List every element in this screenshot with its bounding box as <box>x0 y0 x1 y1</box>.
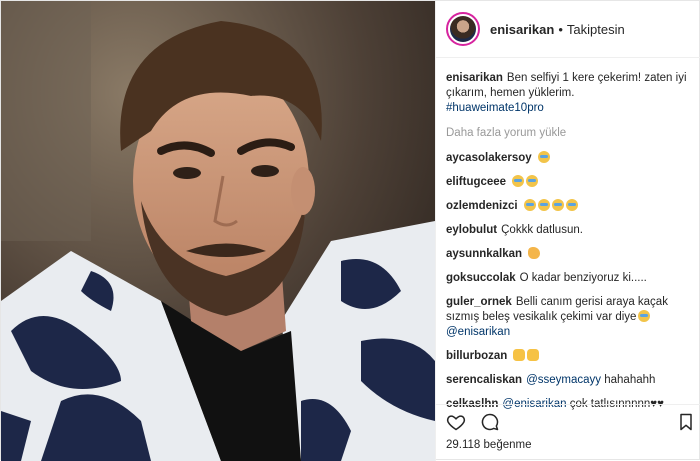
comment-username[interactable]: serencaliskan <box>446 374 522 386</box>
heart-icon[interactable] <box>446 412 466 432</box>
caption-username[interactable]: enisarikan <box>446 72 503 84</box>
comment-text: O kadar benziyoruz ki..... <box>519 272 647 284</box>
likes-number: 29.118 <box>446 439 481 451</box>
post-header: enisarikan • Takiptesin <box>436 1 700 58</box>
comment-username[interactable]: eylobulut <box>446 224 497 236</box>
instagram-post: enisarikan • Takiptesin enisarikan Ben se… <box>0 0 700 461</box>
comment-mention[interactable]: @sseymacayy <box>526 374 601 386</box>
comment-username[interactable]: goksuccolak <box>446 272 516 284</box>
comment: aycasolakersoy <box>446 151 696 166</box>
likes-label: beğenme <box>483 439 532 451</box>
comment: goksuccolak O kadar benziyoruz ki..... <box>446 271 696 286</box>
comment: billurbozan <box>446 349 696 364</box>
crying-laughing-emoji <box>537 199 550 211</box>
load-more-comments[interactable]: Daha fazla yorum yükle <box>446 126 696 141</box>
comment: ozlemdenizci <box>446 199 696 214</box>
selfie-image <box>1 1 435 461</box>
post-sidebar: enisarikan • Takiptesin enisarikan Ben se… <box>435 1 700 461</box>
crying-laughing-emoji <box>565 199 578 211</box>
comment-username[interactable]: guler_ornek <box>446 296 512 308</box>
likes-count[interactable]: 29.118 beğenme <box>446 439 532 451</box>
comment-username[interactable]: eliftugceee <box>446 176 506 188</box>
crying-laughing-emoji <box>551 199 564 211</box>
crying-laughing-emoji <box>526 175 539 187</box>
follow-status[interactable]: Takiptesin <box>567 22 625 37</box>
crying-laughing-emoji <box>537 151 550 163</box>
comment: guler_ornek Belli canım gerisi araya kaça… <box>446 295 696 340</box>
comment-username[interactable]: ozlemdenizci <box>446 200 518 212</box>
crying-laughing-emoji <box>638 310 651 322</box>
thumbs-up-emoji <box>513 349 526 361</box>
caption-hashtag[interactable]: #huaweimate10pro <box>446 102 544 114</box>
header-separator: • <box>558 21 563 37</box>
bookmark-icon[interactable] <box>676 412 696 432</box>
post-photo <box>1 1 435 461</box>
comment: eylobulut Çokkk datlusun. <box>446 223 696 238</box>
comment-username[interactable]: aysunnkalkan <box>446 248 522 260</box>
header-username[interactable]: enisarikan <box>490 22 554 37</box>
avatar[interactable] <box>446 12 480 46</box>
crying-laughing-emoji <box>512 175 525 187</box>
comment-text: Çokkk datlusun. <box>501 224 583 236</box>
comment-text: hahahahh <box>604 374 656 386</box>
comment-icon[interactable] <box>480 412 500 432</box>
comment-username[interactable]: billurbozan <box>446 350 507 362</box>
comment: aysunnkalkan <box>446 247 696 262</box>
post-actions <box>436 404 700 434</box>
flexed-biceps-emoji <box>528 247 541 259</box>
comment-username[interactable]: aycasolakersoy <box>446 152 532 164</box>
crying-laughing-emoji <box>523 199 536 211</box>
avatar-image <box>450 16 476 42</box>
comment: eliftugceee <box>446 175 696 190</box>
caption: enisarikan Ben selfiyi 1 kere çekerim! za… <box>446 71 696 116</box>
thumbs-up-emoji <box>527 349 540 361</box>
comment-mention[interactable]: @enisarikan <box>446 326 510 338</box>
comments-list: enisarikan Ben selfiyi 1 kere çekerim! za… <box>446 71 696 421</box>
comment: serencaliskan @sseymacayy hahahahh <box>446 373 696 388</box>
